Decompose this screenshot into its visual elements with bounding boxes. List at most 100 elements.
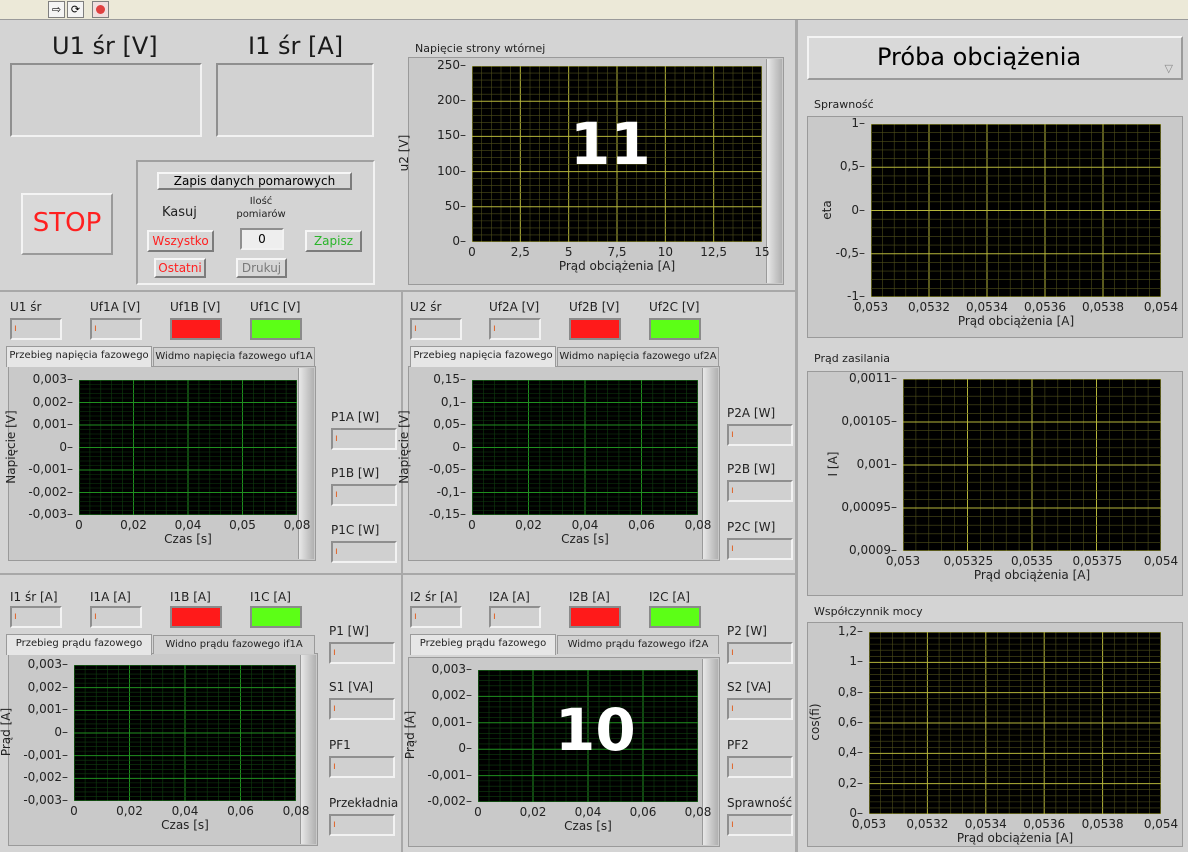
u2-y-tick: 100– <box>437 163 466 178</box>
ia-y-tick: -0,003– <box>23 793 68 807</box>
current-y-tick: 0,00105– <box>841 414 897 428</box>
ub-x-tick: 0,04 <box>571 518 599 532</box>
ub-x-tick: 0,06 <box>628 518 655 532</box>
pf-x-axis-title: Prąd obciążenia [A] <box>956 831 1074 845</box>
current-x-tick: 0,05375 <box>1072 554 1123 568</box>
ua-y-tick: 0,001– <box>32 417 73 431</box>
right_block1-tab-0[interactable]: Przebieg napięcia fazowego <box>410 346 556 367</box>
clear-last-button[interactable]: Ostatni <box>154 258 206 278</box>
stop-button[interactable]: STOP <box>21 193 113 255</box>
overlay-number-lower: 10 <box>555 696 636 764</box>
right_block2-label-0: I2 śr [A] <box>410 590 458 604</box>
left_block1-power-field-2: ı <box>331 541 397 563</box>
left_block1-power-field-0: ı <box>331 428 397 450</box>
clear-all-button[interactable]: Wszystko <box>147 230 214 252</box>
run-continuously-icon[interactable]: ⟳ <box>67 1 84 18</box>
right_block2-power-label-2: PF2 <box>727 738 749 752</box>
u2-x-tick: 5 <box>564 245 573 259</box>
ub-y-tick: 0– <box>452 439 466 454</box>
u2-x-axis-title: Prąd obciążenia [A] <box>558 259 676 273</box>
abort-icon[interactable] <box>92 1 109 18</box>
divider-vertical <box>795 20 798 852</box>
ua-y-axis-title: Napięcie [V] <box>4 409 18 484</box>
current-plot-area[interactable] <box>903 379 1161 551</box>
eta-plot-area[interactable] <box>871 124 1161 297</box>
ub-y-tick: 0,05– <box>433 417 466 431</box>
ib-y-tick: -0,001– <box>427 767 472 782</box>
ua-x-tick: 0,04 <box>174 518 202 532</box>
pf-x-tick: 0,0534 <box>964 817 1007 831</box>
right_block2-tab-1[interactable]: Widmo prądu fazowego if2A <box>557 635 719 654</box>
left_block2-label-1: I1A [A] <box>90 590 131 604</box>
right_block2-power-label-0: P2 [W] <box>727 624 767 638</box>
right_block2-label-3: I2C [A] <box>649 590 690 604</box>
pf-y-tick: 1– <box>849 654 863 669</box>
ub-x-tick: 0,02 <box>515 518 542 532</box>
eta-y-tick: 0,5– <box>839 159 865 174</box>
right_block2-tab-0[interactable]: Przebieg prądu fazowego <box>410 634 556 655</box>
pf-plot-area[interactable] <box>869 632 1161 814</box>
eta-x-tick: 0,0532 <box>908 300 950 314</box>
eta-x-axis-title: Prąd obciążenia [A] <box>957 314 1075 328</box>
ib-y-tick: 0– <box>458 741 472 756</box>
ua-y-tick: -0,001– <box>28 462 73 476</box>
current-y-tick: 0,00095– <box>841 500 897 514</box>
current-y-tick: 0,0011– <box>849 371 897 385</box>
ua-plot-area[interactable] <box>79 380 297 515</box>
mode-selector[interactable]: Próba obciążenia ▽ <box>807 36 1183 80</box>
ia-y-tick: -0,002– <box>23 770 68 785</box>
right_block1-power-label-0: P2A [W] <box>727 406 776 420</box>
ub-y-tick: 0,1– <box>440 394 466 409</box>
ub-y-tick: 0,15– <box>433 372 466 386</box>
right_block1-tab-1[interactable]: Widmo napięcia fazowego uf2A <box>557 347 719 366</box>
left_block2-tab-1[interactable]: Widno prądu fazowego if1A <box>153 635 315 654</box>
left_block2-power-field-3: ı <box>329 814 395 836</box>
ib-x-tick: 0,06 <box>629 805 657 819</box>
left_block2-label-2: I1B [A] <box>170 590 211 604</box>
ub-y-tick: -0,15– <box>428 507 466 521</box>
ia-plot-area[interactable] <box>74 665 296 801</box>
save-button[interactable]: Zapisz <box>305 230 362 252</box>
right_block1-power-field-1: ı <box>727 480 793 502</box>
ua-x-tick: 0,08 <box>283 518 311 532</box>
u2-y-tick: 150– <box>437 128 466 143</box>
right_block1-indicator-2 <box>569 318 621 340</box>
ua-y-tick: 0– <box>59 439 73 454</box>
eta-x-tick: 0,054 <box>1143 300 1179 314</box>
left_block2-indicator-0: ı <box>10 606 62 628</box>
left_block1-tab-1[interactable]: Widmo napięcia fazowego uf1A <box>153 347 315 366</box>
ia-y-axis-title: Prąd [A] <box>0 707 13 757</box>
left_block1-indicator-0: ı <box>10 318 62 340</box>
ib-x-tick: 0,08 <box>684 805 712 819</box>
ub-y-tick: -0,1– <box>436 484 466 499</box>
eta-x-tick: 0,0536 <box>1024 300 1066 314</box>
recording-title: Zapis danych pomarowych <box>157 172 352 190</box>
pf-y-tick: 1,2– <box>837 624 863 638</box>
u2-x-tick: 10 <box>657 245 673 259</box>
toolbar: ⇨ ⟳ <box>0 0 1188 20</box>
ub-plot-area[interactable] <box>472 380 698 515</box>
print-button[interactable]: Drukuj <box>236 258 287 278</box>
left_block1-power-label-0: P1A [W] <box>331 410 380 424</box>
left_block2-tab-0[interactable]: Przebieg prądu fazowego <box>6 634 152 655</box>
eta-y-tick: -0,5– <box>835 245 865 260</box>
current-y-tick: 0,0009– <box>849 543 897 557</box>
left_block2-power-label-1: S1 [VA] <box>329 680 374 694</box>
right_block1-power-label-1: P2B [W] <box>727 462 776 476</box>
right_block1-indicator-3 <box>649 318 701 340</box>
count-value: 0 <box>240 228 284 250</box>
right_block1-power-field-2: ı <box>727 538 793 560</box>
ia-y-tick: 0– <box>54 725 68 739</box>
left_block2-power-label-0: P1 [W] <box>329 624 369 638</box>
ib-x-axis-title: Czas [s] <box>564 819 612 833</box>
ua-y-tick: -0,002– <box>28 484 73 499</box>
right_block2-indicator-3 <box>649 606 701 628</box>
ub-y-tick: -0,05– <box>428 462 466 476</box>
right_block1-power-field-0: ı <box>727 424 793 446</box>
left_block1-tab-0[interactable]: Przebieg napięcia fazowego <box>6 346 152 367</box>
u2-x-tick: 2,5 <box>510 245 530 259</box>
left_block1-power-field-1: ı <box>331 484 397 506</box>
current-x-tick: 0,05325 <box>943 554 994 568</box>
run-arrow-icon[interactable]: ⇨ <box>48 1 65 18</box>
right_block2-power-label-1: S2 [VA] <box>727 680 772 694</box>
